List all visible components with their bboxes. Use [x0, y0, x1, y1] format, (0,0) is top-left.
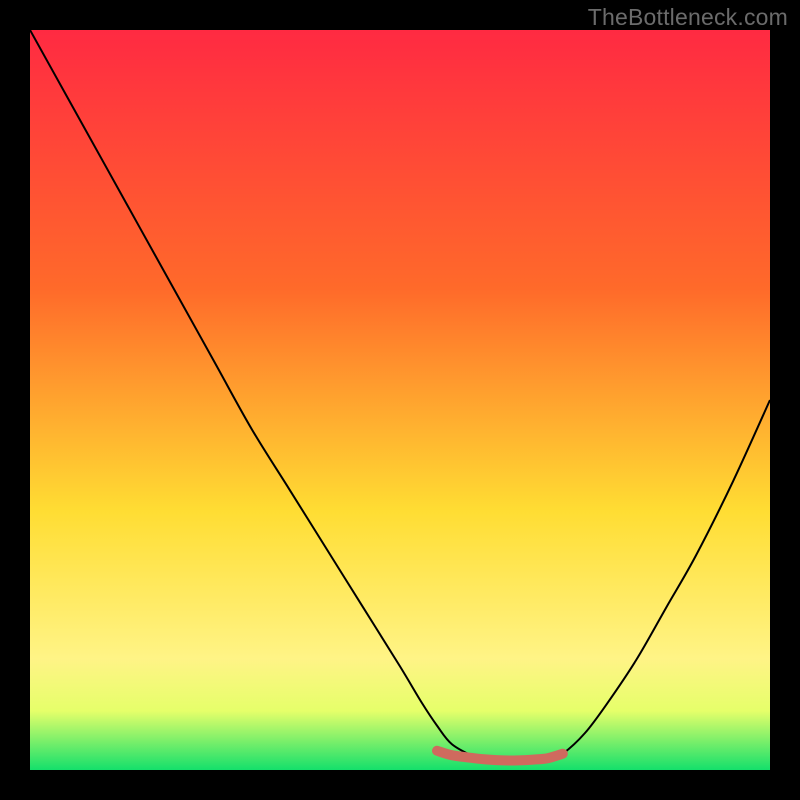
watermark-text: TheBottleneck.com [588, 4, 788, 31]
chart-frame: TheBottleneck.com [0, 0, 800, 800]
gradient-background [30, 30, 770, 770]
bottleneck-plot-svg [30, 30, 770, 770]
plot-area [30, 30, 770, 770]
